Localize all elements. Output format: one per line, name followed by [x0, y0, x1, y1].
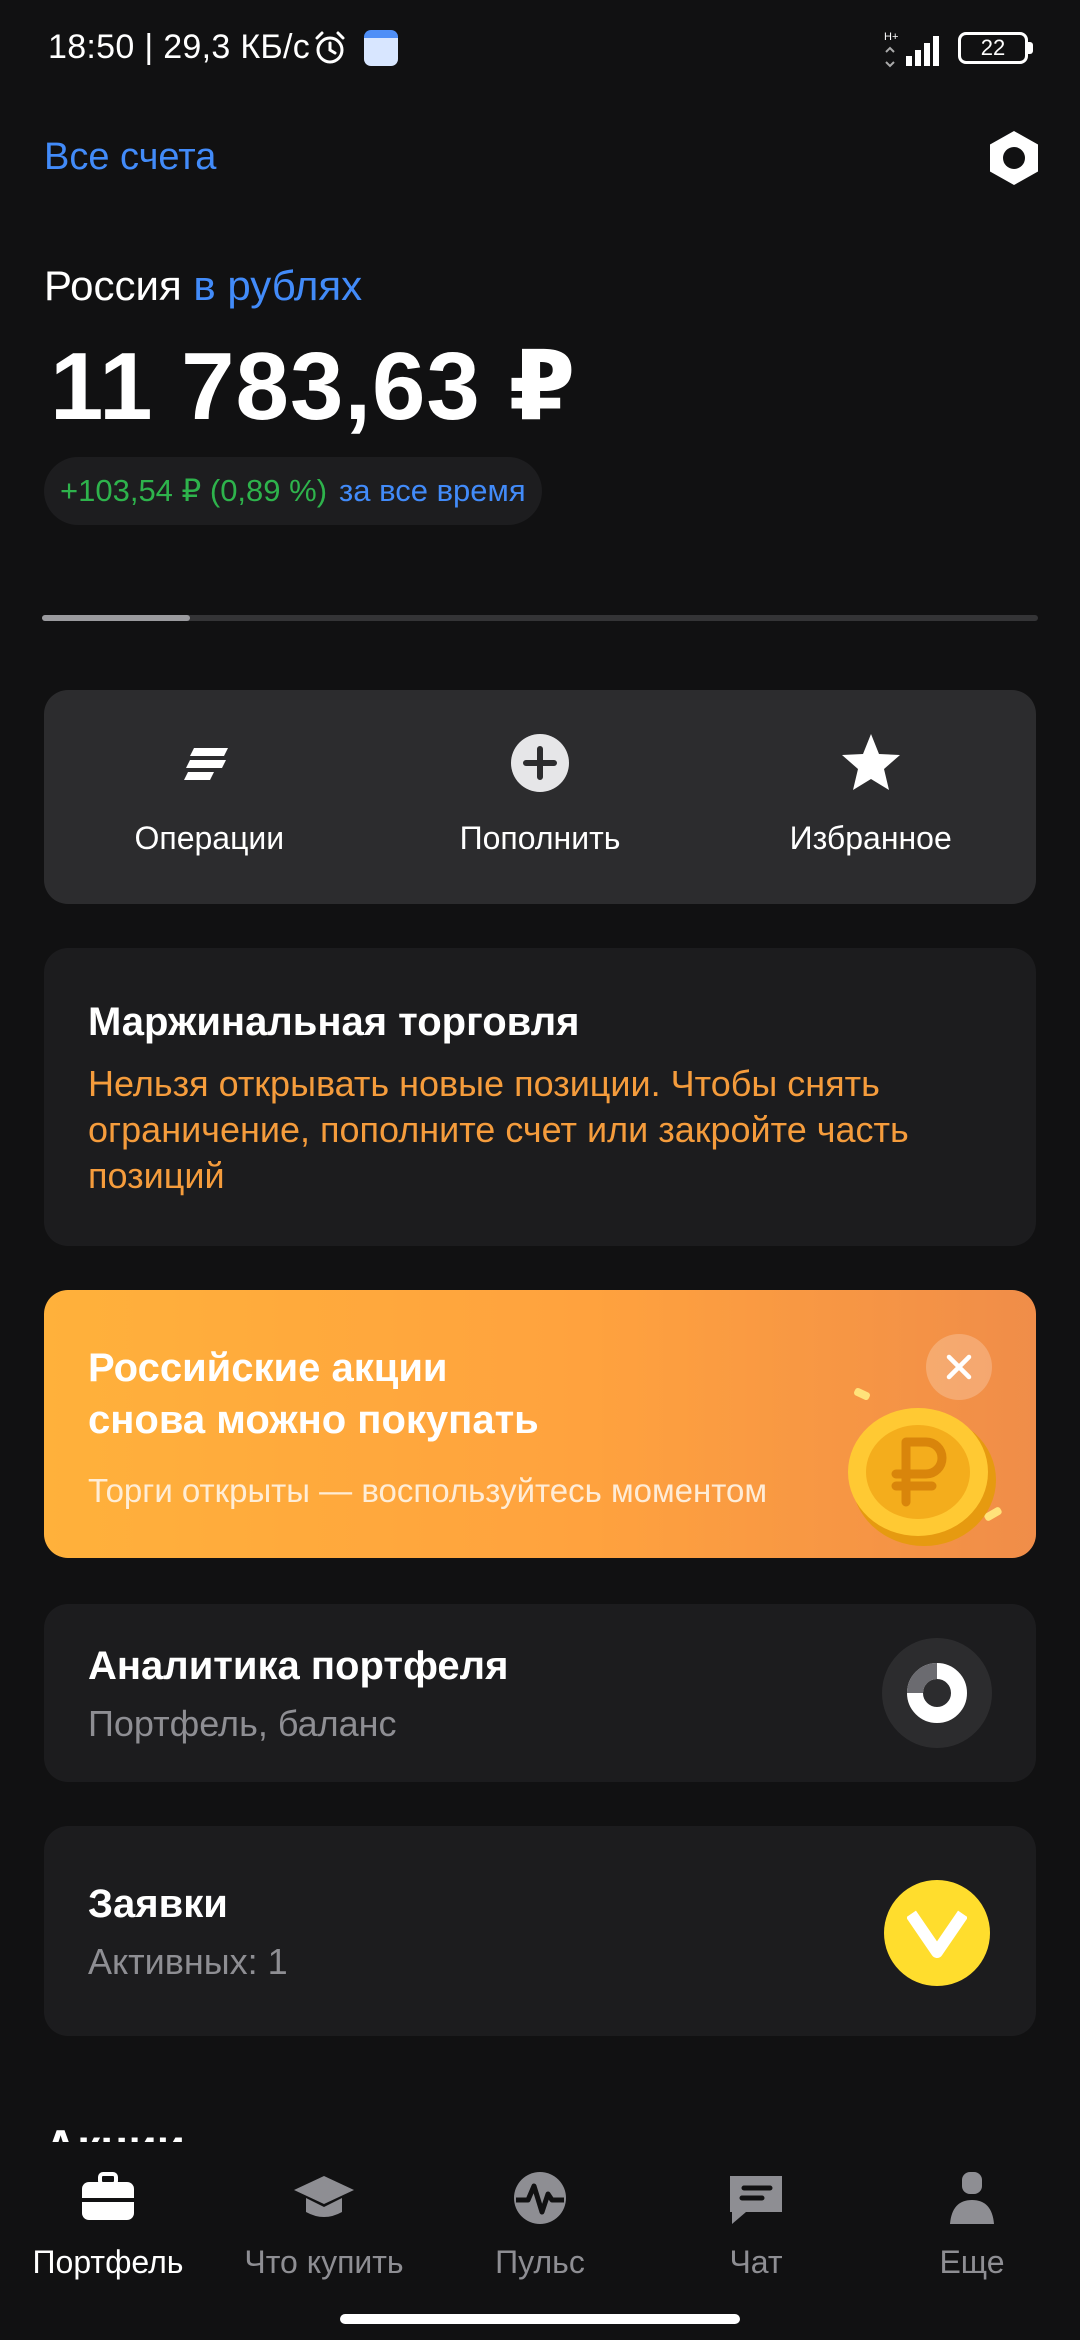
portfolio-balance: 11 783,63 ₽	[50, 333, 577, 440]
nav-pulse[interactable]: Пульс	[432, 2142, 648, 2340]
promo-title: Российские акции снова можно покупать	[88, 1342, 539, 1446]
analytics-subtitle: Портфель, баланс	[88, 1703, 397, 1744]
margin-trading-card[interactable]: Маржинальная торговля Нельзя открывать н…	[44, 948, 1036, 1246]
promo-subtitle: Торги открыты — воспользуйтесь моментом	[88, 1472, 768, 1509]
margin-title: Маржинальная торговля	[88, 1000, 580, 1044]
battery-cap	[1028, 42, 1033, 54]
orders-title: Заявки	[88, 1882, 228, 1926]
gain-pill[interactable]: +103,54 ₽ (0,89 %) за все время	[44, 457, 542, 525]
nav-chat[interactable]: Чат	[648, 2142, 864, 2340]
battery-level: 22	[980, 35, 1006, 60]
promo-banner[interactable]: Российские акции снова можно покупать То…	[44, 1290, 1036, 1558]
alarm-icon	[315, 31, 345, 64]
nav-label: Еще	[939, 2244, 1005, 2280]
stocks-section-heading: Акции	[44, 2108, 344, 2142]
gear-hex-icon[interactable]	[984, 128, 1044, 188]
graduation-cap-icon	[294, 2176, 354, 2217]
plus-circle-icon	[511, 734, 569, 792]
home-indicator[interactable]	[340, 2314, 740, 2324]
gain-period[interactable]: за все время	[339, 473, 526, 509]
promo-title-line: Российские акции	[88, 1346, 448, 1390]
analytics-icon-badge	[882, 1638, 992, 1748]
profile-icon	[950, 2172, 994, 2224]
promo-close-button[interactable]	[926, 1334, 992, 1400]
status-time-speed: 18:50 | 29,3 КБ/с	[48, 28, 311, 66]
account-pager-track	[42, 615, 1038, 621]
close-icon	[946, 1354, 972, 1380]
nav-more[interactable]: Еще	[864, 2142, 1080, 2340]
star-icon	[841, 734, 900, 790]
operations-icon	[184, 748, 229, 780]
checkmark-badge-icon	[907, 1910, 967, 1958]
currency-selector[interactable]: в рублях	[193, 262, 362, 309]
nav-label: Пульс	[495, 2244, 585, 2280]
quick-action-label: Операции	[134, 820, 285, 856]
quick-action-label: Пополнить	[459, 820, 621, 856]
nav-portfolio[interactable]: Портфель	[0, 2142, 216, 2340]
battery-icon: 22	[958, 32, 1028, 64]
margin-warning-text: Нельзя открывать новые позиции. Чтобы сн…	[88, 1063, 909, 1196]
pulse-icon	[514, 2172, 566, 2224]
quick-action-topup[interactable]: Пополнить	[375, 690, 706, 904]
donut-chart-icon	[907, 1663, 967, 1723]
orders-icon-badge	[884, 1880, 990, 1986]
network-type-label: H+	[884, 31, 898, 43]
nav-label: Чат	[729, 2244, 783, 2280]
orders-card[interactable]: Заявки Активных: 1	[44, 1826, 1036, 2036]
quick-action-label: Избранное	[789, 820, 952, 856]
orders-subtitle: Активных: 1	[88, 1941, 288, 1982]
promo-title-line: снова можно покупать	[88, 1398, 539, 1442]
nav-label: Портфель	[32, 2244, 184, 2280]
portfolio-screen: 18:50 | 29,3 КБ/с H+ 22 Все счета Россия…	[0, 0, 1080, 2340]
account-pager-thumb	[42, 615, 190, 621]
nav-label: Что купить	[244, 2244, 404, 2280]
signal-icon: H+	[884, 31, 939, 68]
all-accounts-link[interactable]: Все счета	[44, 136, 216, 179]
quick-action-operations[interactable]: Операции	[44, 690, 375, 904]
account-region: Россия в рублях	[44, 262, 362, 310]
analytics-title: Аналитика портфеля	[88, 1644, 509, 1688]
gain-value: +103,54 ₽ (0,89 %)	[60, 473, 328, 508]
status-bar: 18:50 | 29,3 КБ/с H+ 22	[0, 0, 1080, 100]
nav-what-to-buy[interactable]: Что купить	[216, 2142, 432, 2340]
quick-actions: Операции Пополнить Избранное	[44, 690, 1036, 904]
briefcase-icon	[82, 2172, 134, 2220]
quick-action-favorites[interactable]: Избранное	[705, 690, 1036, 904]
region-label: Россия	[44, 262, 182, 309]
ruble-coin-icon	[848, 1387, 1002, 1546]
chat-icon	[730, 2176, 782, 2224]
calendar-icon	[364, 30, 398, 66]
bottom-navigation: Портфель Что купить Пульс Чат Еще	[0, 2142, 1080, 2340]
portfolio-analytics-card[interactable]: Аналитика портфеля Портфель, баланс	[44, 1604, 1036, 1782]
